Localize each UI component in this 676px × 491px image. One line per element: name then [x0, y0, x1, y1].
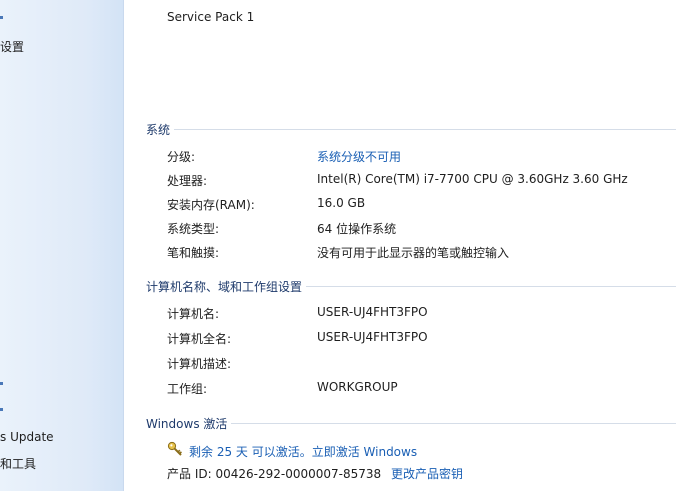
change-product-key-link[interactable]: 更改产品密钥: [391, 465, 463, 482]
section-header-activation: Windows 激活: [146, 415, 676, 432]
section-header-computer-name: 计算机名称、域和工作组设置: [146, 278, 676, 295]
system-properties-content: Service Pack 1 系统 分级: 系统分级不可用 处理器: Intel…: [124, 0, 676, 491]
section-title: Windows 激活: [146, 415, 232, 432]
nav-marker-icon: [0, 382, 3, 385]
computer-name-value: USER-UJ4FHT3FPO: [317, 305, 428, 319]
pen-touch-label: 笔和触摸:: [167, 246, 220, 260]
section-header-system: 系统: [146, 121, 676, 138]
nav-marker-icon: [0, 408, 3, 411]
activate-windows-link[interactable]: 剩余 25 天 可以激活。立即激活 Windows: [189, 443, 417, 460]
ram-value: 16.0 GB: [317, 196, 366, 210]
system-type-value: 64 位操作系统: [317, 222, 397, 236]
sidebar-item-tools[interactable]: 和工具: [0, 455, 36, 472]
full-computer-name-value: USER-UJ4FHT3FPO: [317, 330, 428, 344]
ram-label: 安装内存(RAM):: [167, 198, 255, 212]
product-id-text: 产品 ID: 00426-292-0000007-85738: [167, 467, 382, 481]
section-title: 系统: [146, 121, 175, 138]
nav-marker-icon: [0, 16, 3, 19]
rating-label: 分级:: [167, 150, 196, 164]
computer-name-label: 计算机名:: [167, 307, 220, 321]
left-nav-pane: 设置 s Update 和工具: [0, 0, 124, 491]
processor-value: Intel(R) Core(TM) i7-7700 CPU @ 3.60GHz …: [317, 172, 628, 186]
processor-label: 处理器:: [167, 174, 208, 188]
sidebar-item-windows-update[interactable]: s Update: [0, 430, 54, 444]
rating-link[interactable]: 系统分级不可用: [317, 148, 401, 165]
computer-description-label: 计算机描述:: [167, 357, 232, 371]
system-type-label: 系统类型:: [167, 222, 220, 236]
pen-touch-value: 没有可用于此显示器的笔或触控输入: [317, 246, 510, 260]
full-computer-name-label: 计算机全名:: [167, 332, 232, 346]
section-divider: [146, 129, 676, 130]
sidebar-item-settings[interactable]: 设置: [0, 38, 24, 55]
key-icon: [167, 441, 182, 456]
section-title: 计算机名称、域和工作组设置: [146, 278, 307, 295]
service-pack-label: Service Pack 1: [167, 10, 255, 24]
workgroup-label: 工作组:: [167, 382, 208, 396]
workgroup-value: WORKGROUP: [317, 380, 398, 394]
